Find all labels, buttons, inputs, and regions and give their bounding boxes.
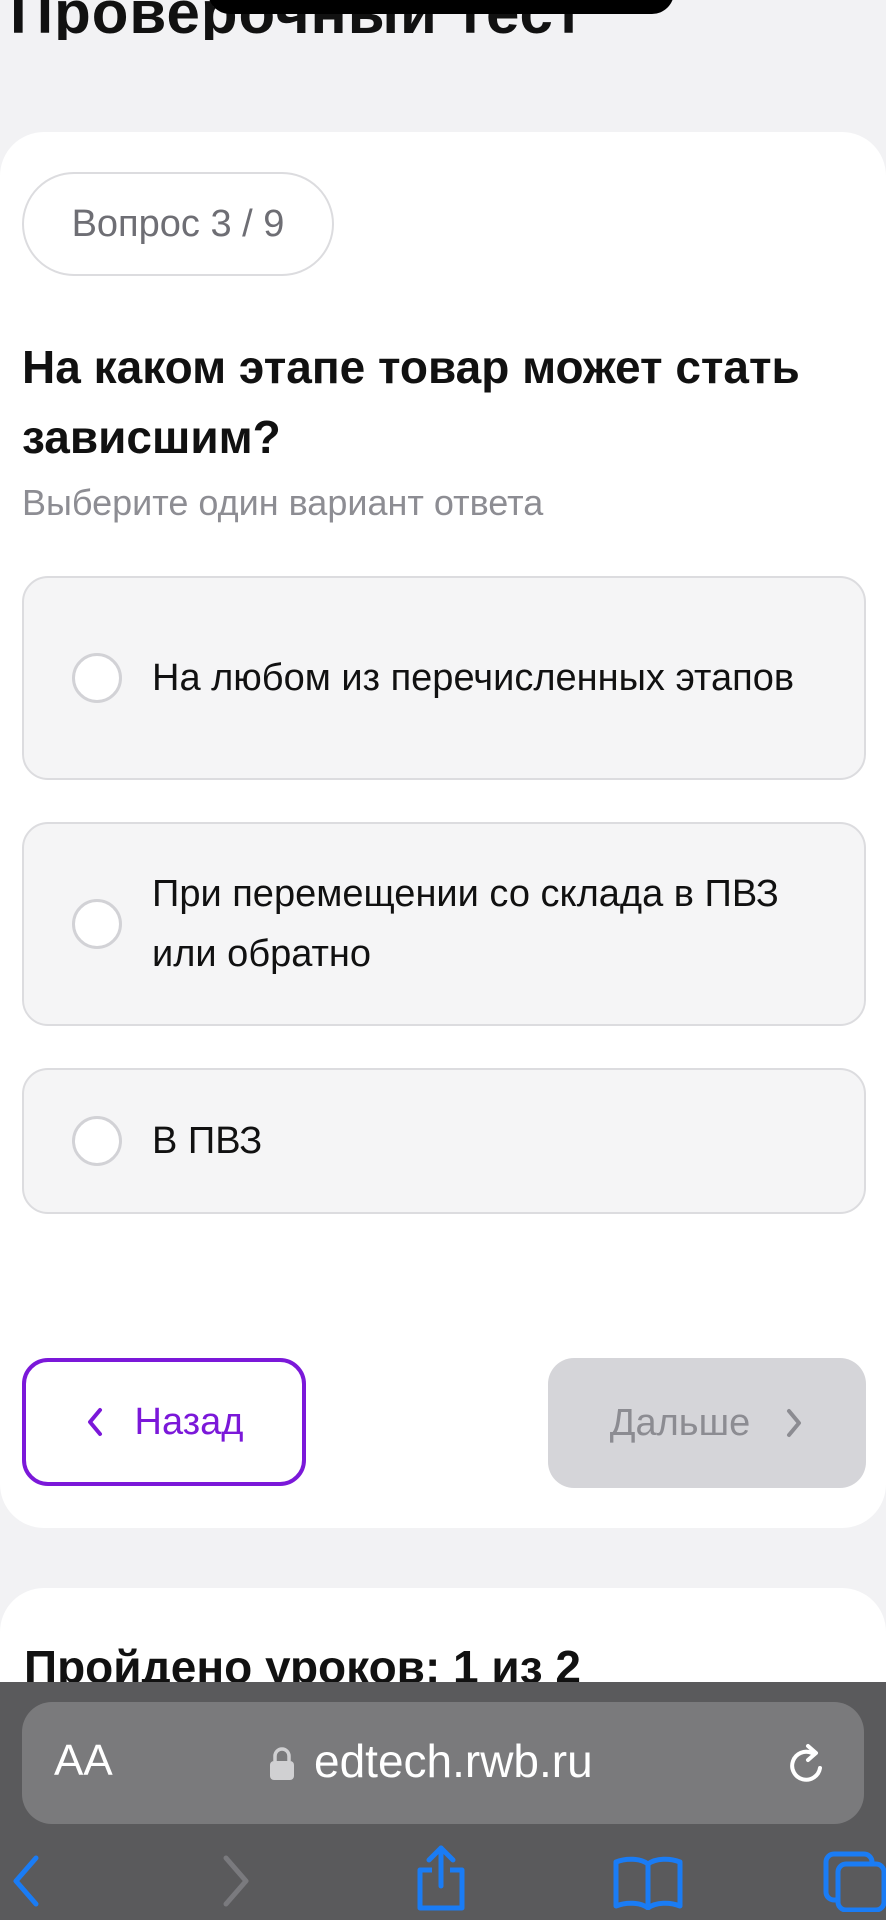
browser-back-icon[interactable] xyxy=(8,1852,44,1910)
bookmarks-icon[interactable] xyxy=(612,1854,684,1910)
quiz-card: Вопрос 3 / 9 На каком этапе товар может … xyxy=(0,132,886,1528)
chevron-left-icon xyxy=(87,1408,102,1436)
url-text[interactable]: edtech.rwb.ru xyxy=(314,1734,593,1788)
answer-option-label: В ПВЗ xyxy=(152,1120,263,1162)
text-size-button[interactable]: AA xyxy=(54,1736,113,1786)
next-button[interactable]: Дальше xyxy=(548,1358,866,1488)
chevron-right-icon xyxy=(787,1409,802,1437)
browser-toolbar: AA edtech.rwb.ru xyxy=(0,1682,886,1920)
answer-option-3[interactable]: В ПВЗ xyxy=(22,1068,866,1214)
answer-option-label: При перемещении со склада в ПВЗ или обра… xyxy=(152,873,779,975)
browser-forward-icon[interactable] xyxy=(218,1852,254,1910)
share-icon[interactable] xyxy=(412,1842,470,1912)
radio-button[interactable] xyxy=(72,1116,122,1166)
tabs-icon[interactable] xyxy=(822,1850,886,1912)
dynamic-island xyxy=(208,0,674,14)
reload-icon[interactable] xyxy=(782,1740,832,1790)
address-bar[interactable]: AA edtech.rwb.ru xyxy=(22,1702,864,1824)
lock-icon xyxy=(270,1747,294,1780)
question-counter: Вопрос 3 / 9 xyxy=(22,172,334,276)
answer-hint: Выберите один вариант ответа xyxy=(22,482,544,523)
radio-button[interactable] xyxy=(72,653,122,703)
back-button-label: Назад xyxy=(134,1400,244,1443)
answer-option-label: На любом из перечисленных этапов xyxy=(152,657,795,699)
answer-option-2[interactable]: При перемещении со склада в ПВЗ или обра… xyxy=(22,822,866,1026)
answer-option-1[interactable]: На любом из перечисленных этапов xyxy=(22,576,866,780)
back-button[interactable]: Назад xyxy=(22,1358,306,1486)
radio-button[interactable] xyxy=(72,899,122,949)
next-button-label: Дальше xyxy=(609,1401,751,1444)
question-text: На каком этапе товар может стать зависши… xyxy=(22,341,800,463)
